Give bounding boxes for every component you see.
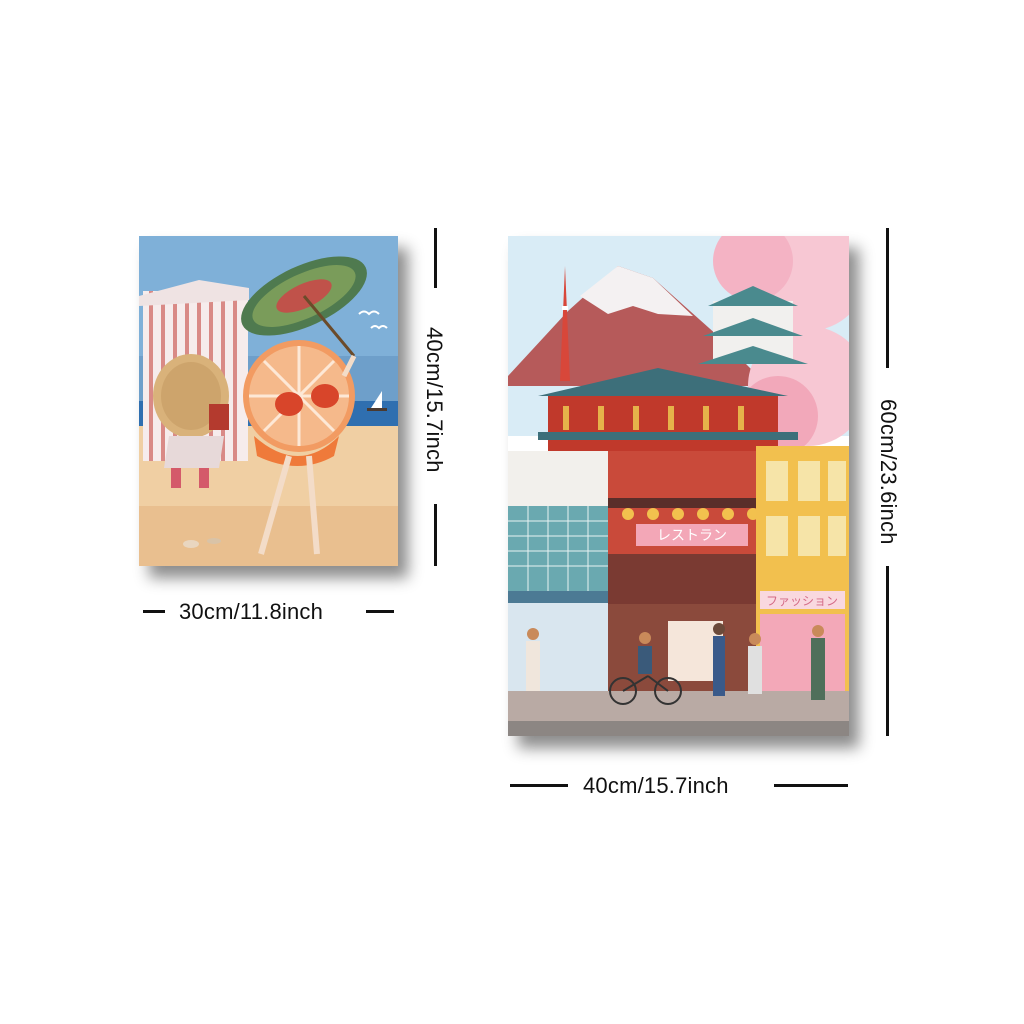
height-line-left-b xyxy=(434,504,437,566)
width-line-right-a xyxy=(510,784,568,787)
width-line-right-b xyxy=(774,784,848,787)
width-line-left-a xyxy=(143,610,165,613)
melon-character xyxy=(153,354,229,488)
fashion-building: ファッション xyxy=(756,446,849,691)
height-line-left-a xyxy=(434,228,437,288)
restaurant-sign-text: レストラン xyxy=(657,528,727,544)
height-line-right-b xyxy=(886,566,889,736)
height-label-left-poster: 40cm/15.7inch xyxy=(422,327,447,473)
height-label-right-poster: 60cm/23.6inch xyxy=(876,399,901,545)
width-label-left-poster: 30cm/11.8inch xyxy=(179,599,324,624)
poster-left xyxy=(139,236,398,566)
japan-street-illustration: レストラン ファッション xyxy=(508,236,849,736)
height-line-right-a xyxy=(886,228,889,368)
width-label-right-poster: 40cm/15.7inch xyxy=(583,773,729,798)
fashion-sign-text: ファッション xyxy=(766,594,838,608)
beach-fruit-illustration xyxy=(139,236,398,566)
poster-right: レストラン ファッション xyxy=(508,236,849,736)
width-line-left-b xyxy=(366,610,394,613)
